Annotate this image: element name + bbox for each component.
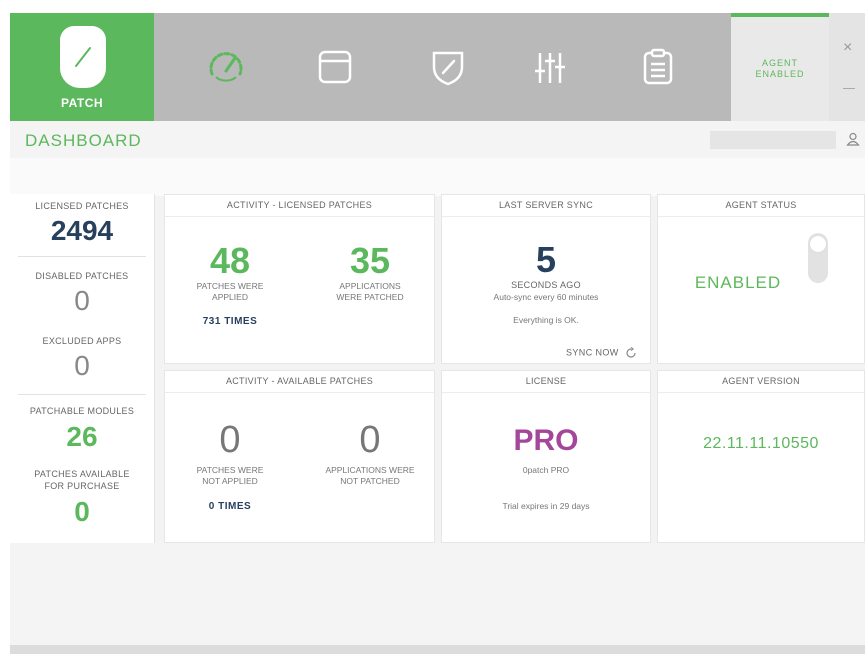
divider [18, 394, 146, 395]
not-patched-label-2: NOT PATCHED [340, 476, 400, 486]
applied-times: 731 TIMES [202, 316, 258, 327]
agent-badge-line2: ENABLED [755, 69, 805, 79]
agent-toggle[interactable] [808, 233, 828, 283]
agent-status-panel: AGENT STATUS ENABLED [657, 194, 865, 364]
app-window: PATCH AGENT ENABLED × DASHBOARD LICENSED… [10, 13, 865, 654]
not-patched-value: 0 [359, 419, 381, 461]
not-patched-label: APPLICATIONS WERE [325, 465, 415, 475]
disabled-patches-value: 0 [74, 285, 90, 316]
patch-logo-icon [60, 26, 106, 88]
clipboard-icon[interactable] [638, 47, 678, 87]
patches-applied-value: 48 [209, 240, 251, 281]
agent-status-value: ENABLED [694, 273, 782, 292]
patchable-modules-value: 26 [66, 421, 98, 452]
excluded-apps-label: EXCLUDED APPS [42, 336, 122, 346]
logo[interactable]: PATCH [10, 13, 154, 121]
licensed-patches-value: 2494 [50, 215, 114, 246]
summary-column: LICENSED PATCHES 2494 DISABLED PATCHES 0… [10, 194, 155, 543]
apps-patched-label: APPLICATIONS [339, 281, 401, 291]
not-applied-label-2: NOT APPLIED [202, 476, 258, 486]
patchable-modules-label: PATCHABLE MODULES [29, 406, 135, 416]
page-title: DASHBOARD [25, 131, 142, 150]
license-product: 0patch PRO [522, 465, 570, 475]
apps-patched-label-2: WERE PATCHED [336, 292, 404, 302]
sync-seconds-value: 5 [535, 239, 557, 280]
logo-label: PATCH [60, 96, 104, 110]
license-panel: LICENSE PRO 0patch PRO Trial expires in … [441, 370, 651, 543]
panel-title: ACTIVITY - LICENSED PATCHES [165, 195, 434, 217]
activity-available-panel: ACTIVITY - AVAILABLE PATCHES 0 PATCHES W… [164, 370, 435, 543]
agent-version-value: 22.11.11.10550 [703, 435, 819, 452]
activity-licensed-panel: ACTIVITY - LICENSED PATCHES 48 PATCHES W… [164, 194, 435, 364]
agent-badge-line1: AGENT [761, 58, 798, 68]
divider [18, 256, 146, 257]
sliders-icon[interactable] [530, 47, 570, 87]
patches-available-value: 0 [74, 496, 90, 527]
window-controls: × [829, 13, 865, 121]
patches-available-label: PATCHES AVAILABLE [34, 469, 130, 479]
top-nav-bar: PATCH AGENT ENABLED × [10, 13, 865, 121]
toggle-knob [809, 235, 827, 253]
patches-applied-label-2: APPLIED [212, 292, 248, 302]
auto-sync-text: Auto-sync every 60 minutes [493, 292, 599, 302]
sync-unit: SECONDS AGO [511, 280, 581, 290]
shield-icon[interactable] [428, 47, 468, 87]
user-icon[interactable] [846, 132, 860, 146]
panel-title: AGENT VERSION [658, 371, 864, 393]
sync-status-text: Everything is OK. [513, 315, 579, 325]
agent-version-panel: AGENT VERSION 22.11.11.10550 [657, 370, 865, 543]
licensed-patches-label: LICENSED PATCHES [35, 201, 129, 211]
license-type-value: PRO [513, 424, 579, 457]
patches-applied-label: PATCHES WERE [196, 281, 264, 291]
disabled-patches-label: DISABLED PATCHES [35, 271, 129, 281]
header-row: DASHBOARD [10, 121, 865, 158]
not-applied-value: 0 [219, 419, 241, 461]
dashboard-gauge-icon[interactable] [206, 47, 246, 87]
panel-title: ACTIVITY - AVAILABLE PATCHES [165, 371, 434, 393]
panel-title: LICENSE [442, 371, 650, 393]
server-sync-panel: LAST SERVER SYNC 5 SECONDS AGO Auto-sync… [441, 194, 651, 364]
not-applied-times: 0 TIMES [208, 501, 252, 512]
panel-title: AGENT STATUS [658, 195, 864, 217]
panel-title: LAST SERVER SYNC [442, 195, 650, 217]
user-name-field [710, 131, 836, 149]
not-applied-label: PATCHES WERE [196, 465, 264, 475]
sync-now-label: SYNC NOW [566, 347, 619, 358]
agent-enabled-badge[interactable]: AGENT ENABLED [731, 13, 829, 121]
minimize-icon[interactable] [843, 88, 855, 89]
status-bar [10, 645, 865, 654]
close-icon[interactable]: × [843, 39, 852, 57]
for-purchase-label: FOR PURCHASE [44, 481, 120, 491]
sync-now-button[interactable]: SYNC NOW [566, 347, 637, 359]
apps-patched-value: 35 [349, 240, 391, 281]
excluded-apps-value: 0 [74, 350, 90, 381]
window-icon[interactable] [316, 47, 356, 87]
refresh-icon [626, 347, 636, 358]
content-spacer [10, 158, 865, 196]
trial-expiry-text: Trial expires in 29 days [502, 501, 590, 511]
bottom-area [10, 543, 865, 654]
